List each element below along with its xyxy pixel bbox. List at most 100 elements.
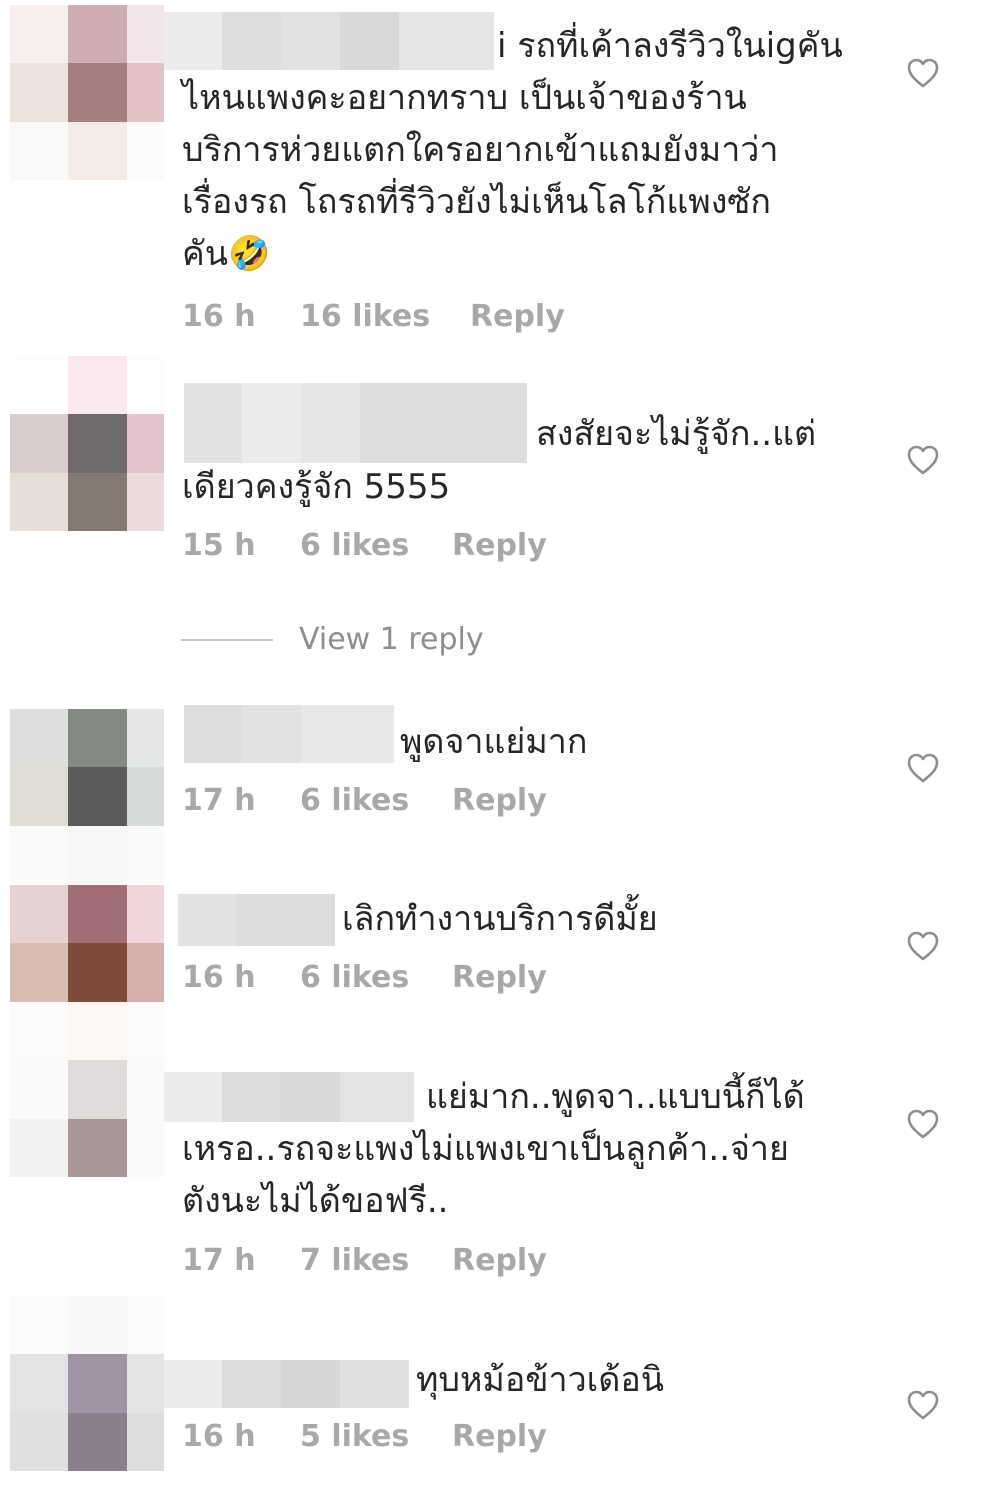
view-replies-button[interactable]: View 1 reply (181, 622, 484, 657)
blur-cell (281, 1072, 340, 1122)
comment-text-line: สงสัยจะไม่รู้จัก..แต่ (536, 414, 817, 454)
blur-cell (340, 12, 399, 70)
comment-meta: 17 h 6 likes Reply (182, 783, 547, 818)
heart-outline-icon[interactable] (906, 752, 940, 784)
comment-text: พูดจาแย่มาก (400, 716, 587, 768)
comment-likes[interactable]: 16 likes (300, 299, 470, 334)
avatar-pixel (68, 1296, 127, 1354)
avatar-pixel (68, 473, 127, 531)
avatar-pixel (68, 767, 127, 826)
avatar-pixel (68, 1002, 127, 1060)
avatar[interactable] (10, 709, 164, 884)
comment-time[interactable]: 16 h (182, 1419, 300, 1454)
username-blurred[interactable] (164, 1072, 414, 1122)
comment-text-line: ทุบหม้อข้าวเด้อนิ (416, 1360, 665, 1400)
heart-outline-icon[interactable] (906, 444, 940, 476)
avatar-pixel (10, 767, 68, 826)
comment-likes[interactable]: 6 likes (300, 783, 452, 818)
divider-line (181, 638, 273, 641)
comment-text: ไหนแพงคะอยากทราบ เป็นเจ้าของร้าน บริการห… (182, 72, 882, 280)
comment-time[interactable]: 15 h (182, 528, 300, 563)
heart-outline-icon[interactable] (906, 57, 940, 89)
avatar[interactable] (10, 5, 164, 180)
username-blurred[interactable] (178, 894, 335, 946)
avatar-pixel (10, 63, 68, 122)
heart-outline-icon[interactable] (906, 1389, 940, 1421)
blur-cell (164, 1360, 222, 1408)
avatar[interactable] (10, 1002, 164, 1177)
avatar-pixel (127, 1002, 164, 1060)
avatar-pixel (10, 885, 68, 943)
reply-button[interactable]: Reply (452, 528, 547, 563)
username-blurred[interactable] (184, 705, 394, 763)
comment-likes[interactable]: 6 likes (300, 528, 452, 563)
avatar-pixel (68, 63, 127, 122)
comment-text-line: คัน🤣 (182, 234, 271, 274)
reply-button[interactable]: Reply (452, 1419, 547, 1454)
avatar-pixel (127, 885, 164, 943)
username-blurred[interactable] (164, 12, 494, 70)
avatar-pixel (10, 122, 68, 180)
blur-cell (178, 894, 236, 946)
comment-text-line: เหรอ..รถจะแพงไม่แพงเขาเป็นลูกค้า..จ่าย (182, 1129, 789, 1169)
avatar-pixel (10, 1413, 68, 1471)
avatar-pixel (68, 943, 127, 1002)
reply-button[interactable]: Reply (452, 960, 547, 995)
avatar-pixel (10, 1354, 68, 1413)
comment-text-line: ตังนะไม่ได้ขอฟรี.. (182, 1181, 449, 1221)
comment-likes[interactable]: 7 likes (300, 1243, 452, 1278)
reply-button[interactable]: Reply (452, 1243, 547, 1278)
comment-text-line: พูดจาแย่มาก (400, 722, 588, 762)
comment-time[interactable]: 16 h (182, 299, 300, 334)
avatar-pixel (68, 122, 127, 180)
comment-time[interactable]: 17 h (182, 1243, 300, 1278)
reply-button[interactable]: Reply (470, 299, 565, 334)
avatar-pixel (10, 473, 68, 531)
username-blurred[interactable] (184, 383, 527, 463)
avatar-pixel (127, 473, 164, 531)
avatar[interactable] (10, 1296, 164, 1471)
blur-cell (281, 12, 340, 70)
blur-cell (164, 12, 222, 70)
avatar-pixel (10, 5, 68, 63)
blur-cell (242, 383, 301, 463)
avatar-pixel (127, 1296, 164, 1354)
avatar-pixel (68, 5, 127, 63)
avatar-pixel (127, 414, 164, 473)
avatar-pixel (10, 1296, 68, 1354)
avatar-pixel (127, 1119, 164, 1177)
heart-outline-icon[interactable] (906, 1108, 940, 1140)
avatar-pixel (127, 63, 164, 122)
avatar-pixel (10, 826, 68, 884)
heart-outline-icon[interactable] (906, 930, 940, 962)
comment-text-line: แย่มาก..พูดจา..แบบนี้ก็ได้ (426, 1077, 805, 1117)
blur-cell (184, 705, 242, 763)
comment-text: เลิกทำงานบริการดีมั้ย (342, 893, 658, 945)
comment-likes[interactable]: 5 likes (300, 1419, 452, 1454)
comment-meta: 15 h 6 likes Reply (182, 528, 547, 563)
blur-cell (301, 705, 394, 763)
view-replies-label: View 1 reply (299, 622, 484, 657)
avatar-pixel (68, 356, 127, 414)
avatar-pixel (68, 1119, 127, 1177)
avatar-pixel (68, 1060, 127, 1119)
comment-text-line: เลิกทำงานบริการดีมั้ย (342, 899, 658, 939)
reply-button[interactable]: Reply (452, 783, 547, 818)
username-blurred[interactable] (164, 1360, 409, 1408)
avatar-pixel (68, 709, 127, 767)
blur-cell (222, 1072, 281, 1122)
avatar[interactable] (10, 356, 164, 531)
avatar-pixel (68, 826, 127, 884)
comment-time[interactable]: 16 h (182, 960, 300, 995)
comment-time[interactable]: 17 h (182, 783, 300, 818)
avatar-pixel (127, 1354, 164, 1413)
blur-cell (222, 12, 281, 70)
avatar-pixel (68, 1413, 127, 1471)
blur-cell (242, 705, 301, 763)
avatar-pixel (10, 1060, 68, 1119)
comment-text-line: บริการห่วยแตกใครอยากเข้าแถมยังมาว่า (182, 130, 779, 170)
comment-likes[interactable]: 6 likes (300, 960, 452, 995)
avatar-pixel (127, 5, 164, 63)
blur-cell (399, 12, 494, 70)
blur-cell (184, 383, 242, 463)
